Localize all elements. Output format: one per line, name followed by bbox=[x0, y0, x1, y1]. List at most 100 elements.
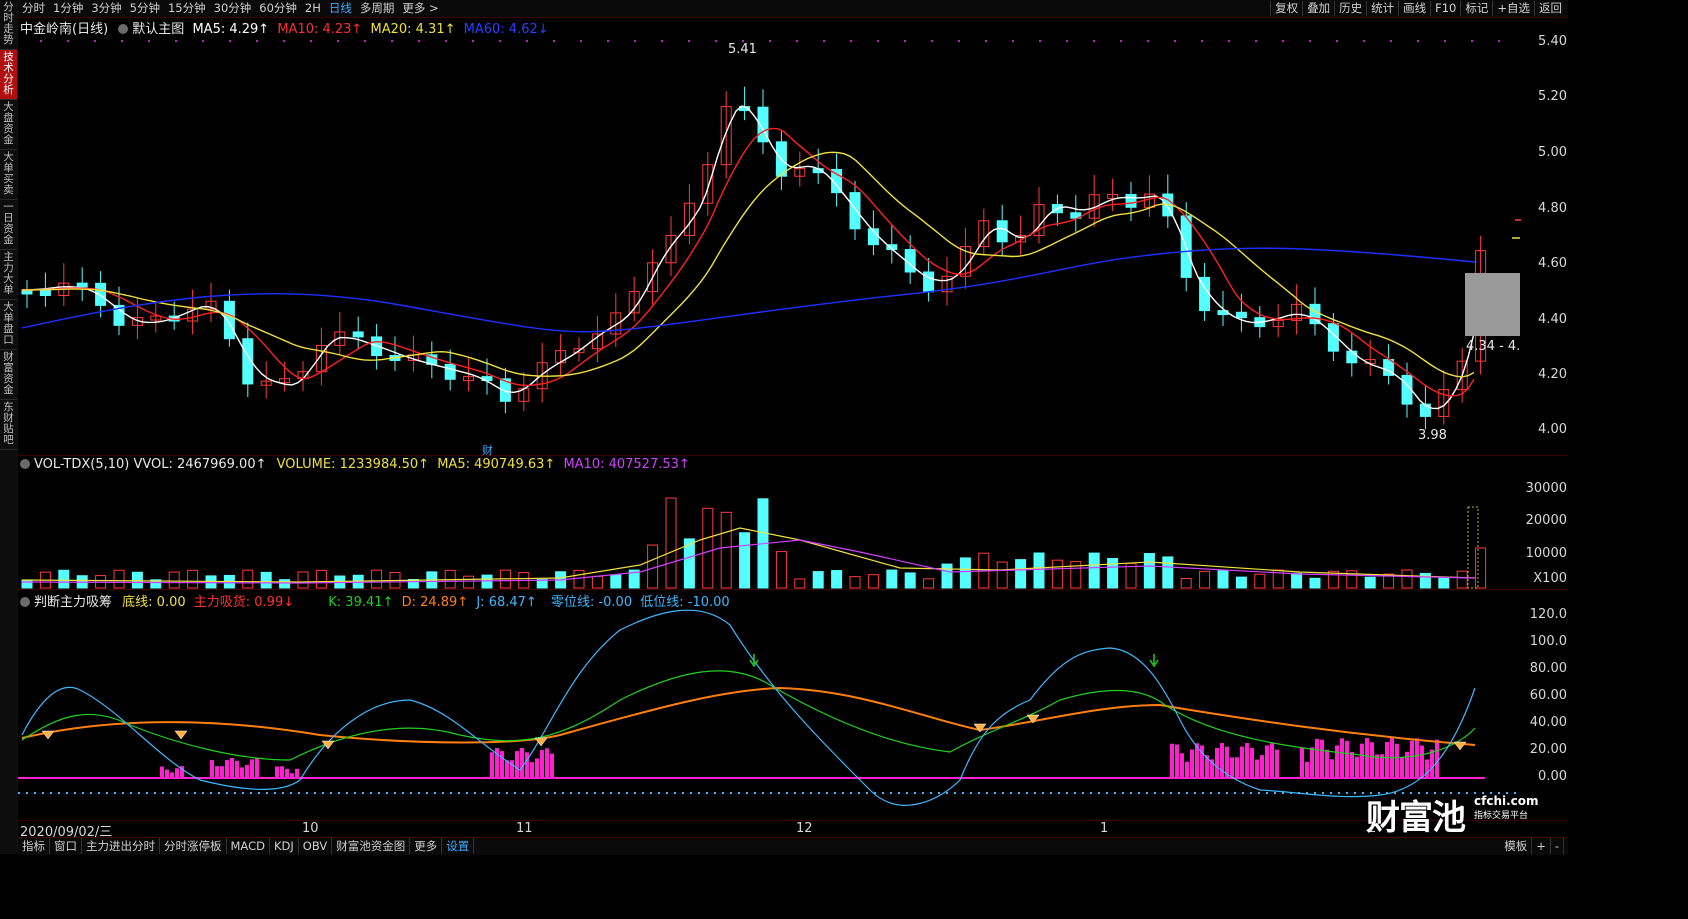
accumulation-bar bbox=[1335, 745, 1339, 778]
volume-bar bbox=[1235, 576, 1247, 589]
accumulation-bar bbox=[1320, 739, 1324, 778]
low-line-dot bbox=[266, 792, 268, 794]
template-button[interactable]: 模板 bbox=[1500, 838, 1533, 854]
tab-obv[interactable]: OBV bbox=[299, 838, 333, 854]
tab-indicator[interactable]: 指标 bbox=[18, 838, 50, 854]
tab-main-flow[interactable]: 主力进出分时 bbox=[82, 838, 160, 854]
low-line-dot bbox=[762, 792, 764, 794]
date-axis-month: 12 bbox=[796, 821, 813, 836]
accumulation-bar bbox=[275, 766, 279, 778]
volume-bar bbox=[1199, 570, 1211, 589]
low-line-dot bbox=[178, 792, 180, 794]
low-line-dot bbox=[882, 792, 884, 794]
accumulation-bar bbox=[1325, 749, 1329, 778]
volume-bar bbox=[775, 551, 787, 589]
low-line-dot bbox=[1338, 792, 1340, 794]
event-marker[interactable]: 财 bbox=[482, 442, 493, 458]
low-line-dot bbox=[450, 792, 452, 794]
low-line-dot bbox=[1002, 792, 1004, 794]
low-line-dot bbox=[226, 792, 228, 794]
ref-dot bbox=[553, 40, 555, 42]
indicator-main: 主力吸货: 0.99↓ bbox=[193, 595, 295, 610]
accumulation-bar bbox=[525, 752, 529, 778]
low-line-dot bbox=[1138, 792, 1140, 794]
ref-dot bbox=[1498, 40, 1500, 42]
low-line-dot bbox=[802, 792, 804, 794]
tab-settings[interactable]: 设置 bbox=[442, 838, 475, 854]
chart-canvas[interactable] bbox=[0, 0, 1568, 854]
bottom-tabbar: 指标 窗口 主力进出分时 分时涨停板 MACD KDJ OBV 财富池资金图 更多 设置 模板 + - bbox=[18, 837, 1568, 855]
accumulation-bar bbox=[550, 753, 554, 778]
low-line-dot bbox=[594, 792, 596, 794]
ref-dot bbox=[877, 40, 879, 42]
accumulation-bar bbox=[1425, 759, 1429, 778]
low-line-dot bbox=[194, 792, 196, 794]
zoom-in-button[interactable]: + bbox=[1532, 838, 1551, 854]
low-line-dot bbox=[1218, 792, 1220, 794]
volume-bar bbox=[1401, 569, 1413, 589]
low-line-dot bbox=[1242, 792, 1244, 794]
accumulation-bar bbox=[1305, 761, 1309, 778]
low-line-dot bbox=[1202, 792, 1204, 794]
low-line-dot bbox=[562, 792, 564, 794]
settings-dot-icon[interactable] bbox=[118, 24, 129, 34]
ma60-label: MA60: 4.62↓ bbox=[463, 22, 549, 37]
low-line-dot bbox=[626, 792, 628, 794]
low-line-dot bbox=[738, 792, 740, 794]
low-line-dot bbox=[1234, 792, 1236, 794]
ref-dot bbox=[526, 40, 528, 42]
ma5-line bbox=[21, 105, 1475, 410]
accumulation-bar bbox=[1345, 740, 1349, 778]
vol-volume: VOLUME: 1233984.50↑ bbox=[276, 457, 430, 472]
settings-dot-icon[interactable] bbox=[20, 597, 30, 607]
volume-bar bbox=[812, 571, 824, 589]
low-line-dot bbox=[922, 792, 924, 794]
tab-wealth-funds[interactable]: 财富池资金图 bbox=[332, 838, 411, 854]
price-tick: 5.20 bbox=[1538, 89, 1567, 104]
settings-dot-icon[interactable] bbox=[20, 459, 30, 469]
tab-window[interactable]: 窗口 bbox=[50, 838, 82, 854]
watermark-brand: 财富池 bbox=[1366, 798, 1466, 838]
low-line-dot bbox=[314, 792, 316, 794]
low-line-dot bbox=[274, 792, 276, 794]
accumulation-bar bbox=[1190, 749, 1194, 778]
low-line-dot bbox=[778, 792, 780, 794]
tab-limit-up[interactable]: 分时涨停板 bbox=[160, 838, 227, 854]
indicator-tick: 60.00 bbox=[1529, 688, 1567, 703]
ref-dot bbox=[715, 40, 717, 42]
low-line-dot bbox=[130, 792, 132, 794]
volume-bar bbox=[867, 574, 879, 589]
volume-bar bbox=[297, 571, 309, 589]
low-line-dot bbox=[530, 792, 532, 794]
zoom-out-button[interactable]: - bbox=[1551, 838, 1564, 854]
low-line-dot bbox=[18, 792, 20, 794]
volume-bar bbox=[315, 569, 327, 589]
ref-dot bbox=[688, 40, 690, 42]
tab-macd[interactable]: MACD bbox=[227, 838, 270, 854]
accumulation-bar bbox=[1175, 744, 1179, 778]
candle-body bbox=[76, 282, 88, 288]
accumulation-bar bbox=[1240, 746, 1244, 778]
accumulation-bar bbox=[1245, 743, 1249, 778]
low-line-dot bbox=[42, 792, 44, 794]
volume-bar bbox=[1475, 547, 1487, 589]
low-line-dot bbox=[338, 792, 340, 794]
template-label[interactable]: 默认主图 bbox=[132, 22, 184, 37]
low-line-dot bbox=[642, 792, 644, 794]
tab-kdj[interactable]: KDJ bbox=[270, 838, 299, 854]
ref-dot bbox=[1255, 40, 1257, 42]
volume-bar bbox=[610, 574, 622, 589]
vol-ma10: MA10: 407527.53↑ bbox=[563, 457, 690, 472]
volume-tick: 30000 bbox=[1525, 481, 1567, 496]
ref-dot bbox=[1309, 40, 1311, 42]
date-axis-month: 10 bbox=[302, 821, 319, 836]
tab-more-indicators[interactable]: 更多 bbox=[410, 838, 443, 854]
panel-divider[interactable] bbox=[18, 455, 1568, 456]
panel-divider[interactable] bbox=[18, 589, 1568, 590]
accumulation-bar bbox=[1185, 761, 1189, 778]
candle-body bbox=[39, 289, 51, 297]
low-line-dot bbox=[1034, 792, 1036, 794]
low-line-dot bbox=[1314, 792, 1316, 794]
low-line-dot bbox=[1250, 792, 1252, 794]
down-arrow-icon bbox=[1149, 654, 1159, 668]
